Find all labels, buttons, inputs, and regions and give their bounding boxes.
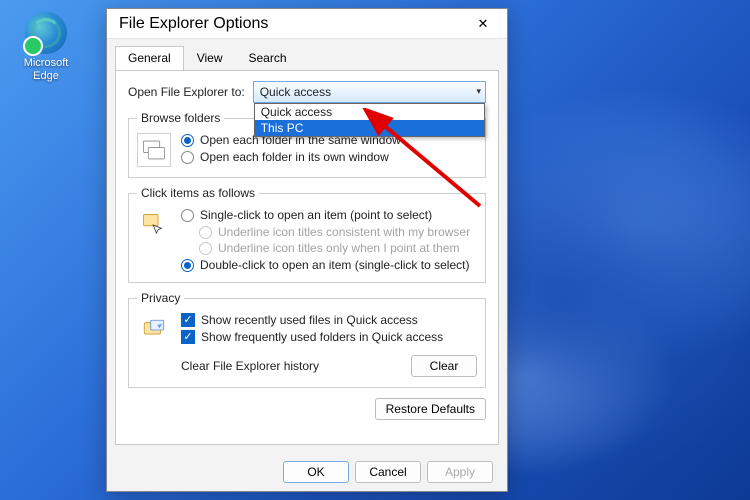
- close-icon: ✕: [478, 16, 489, 32]
- radio-icon: [199, 226, 212, 239]
- open-file-explorer-to-combobox[interactable]: Quick access ▾ Quick access This PC: [253, 81, 486, 103]
- chevron-down-icon: ▾: [476, 86, 481, 97]
- radio-icon: [181, 134, 194, 147]
- edge-browser-icon: [25, 12, 67, 54]
- tab-strip: General View Search: [107, 39, 507, 70]
- close-button[interactable]: ✕: [467, 12, 499, 36]
- radio-underline-browser: Underline icon titles consistent with my…: [199, 225, 470, 239]
- clear-button[interactable]: Clear: [411, 355, 477, 377]
- radio-single-click[interactable]: Single-click to open an item (point to s…: [181, 208, 470, 222]
- open-target-dropdown: Quick access This PC: [254, 103, 485, 137]
- clear-history-label: Clear File Explorer history: [181, 359, 319, 373]
- dialog-footer: OK Cancel Apply: [107, 453, 507, 491]
- apply-button[interactable]: Apply: [427, 461, 493, 483]
- radio-icon: [181, 209, 194, 222]
- privacy-icon: [137, 313, 171, 347]
- radio-double-click[interactable]: Double-click to open an item (single-cli…: [181, 258, 470, 272]
- privacy-legend: Privacy: [137, 291, 184, 305]
- radio-own-window[interactable]: Open each folder in its own window: [181, 150, 401, 164]
- checkbox-icon: [181, 313, 195, 327]
- click-items-legend: Click items as follows: [137, 186, 259, 200]
- dropdown-option-quick-access[interactable]: Quick access: [255, 104, 484, 120]
- radio-icon: [181, 151, 194, 164]
- radio-icon: [181, 259, 194, 272]
- combo-selected-text: Quick access: [260, 85, 331, 99]
- tab-view[interactable]: View: [184, 46, 236, 71]
- tab-content-general: Open File Explorer to: Quick access ▾ Qu…: [115, 70, 499, 445]
- check-frequent-folders[interactable]: Show frequently used folders in Quick ac…: [181, 330, 477, 344]
- titlebar: File Explorer Options ✕: [107, 9, 507, 39]
- group-privacy: Privacy Show recently used files in Quic…: [128, 291, 486, 388]
- dropdown-option-this-pc[interactable]: This PC: [255, 120, 484, 136]
- checkbox-icon: [181, 330, 195, 344]
- ok-button[interactable]: OK: [283, 461, 349, 483]
- file-explorer-options-dialog: File Explorer Options ✕ General View Sea…: [106, 8, 508, 492]
- group-click-items: Click items as follows Single-click to o…: [128, 186, 486, 283]
- dialog-title: File Explorer Options: [119, 15, 268, 33]
- radio-underline-point: Underline icon titles only when I point …: [199, 241, 470, 255]
- desktop-icon-edge[interactable]: MicrosoftEdge: [14, 12, 78, 83]
- tab-search[interactable]: Search: [236, 46, 300, 71]
- tab-general[interactable]: General: [115, 46, 184, 71]
- edge-label: MicrosoftEdge: [14, 57, 78, 83]
- cancel-button[interactable]: Cancel: [355, 461, 421, 483]
- browse-folders-icon: [137, 133, 171, 167]
- restore-defaults-button[interactable]: Restore Defaults: [375, 398, 486, 420]
- click-items-icon: [137, 208, 171, 242]
- radio-icon: [199, 242, 212, 255]
- open-file-explorer-to-label: Open File Explorer to:: [128, 85, 245, 99]
- browse-folders-legend: Browse folders: [137, 111, 224, 125]
- check-recent-files[interactable]: Show recently used files in Quick access: [181, 313, 477, 327]
